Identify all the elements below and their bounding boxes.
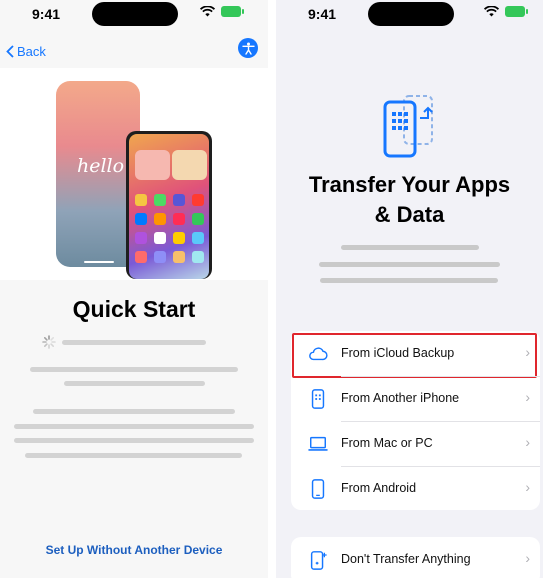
quick-start-illustration: hello	[0, 68, 268, 280]
app-tile	[135, 251, 147, 263]
page-title: Transfer Your Apps & Data	[276, 170, 543, 230]
chevron-left-icon	[6, 45, 14, 58]
redacted-text-line	[341, 245, 479, 250]
app-tile	[192, 232, 204, 244]
status-time: 9:41	[308, 6, 337, 22]
status-bar: 9:41	[276, 0, 543, 30]
accessibility-button[interactable]	[238, 38, 258, 58]
transfer-phone-icon	[383, 95, 433, 158]
widget-tile	[172, 150, 207, 180]
hello-text: hello	[77, 155, 125, 177]
dynamic-island	[92, 2, 178, 26]
chevron-right-icon: ›	[525, 550, 530, 566]
chevron-right-icon: ›	[525, 479, 530, 495]
option-label: From Mac or PC	[341, 436, 433, 450]
option-from-mac-or-pc[interactable]: From Mac or PC ›	[291, 421, 540, 466]
back-label: Back	[17, 44, 46, 59]
app-tile	[173, 213, 185, 225]
status-bar: 9:41	[0, 0, 268, 30]
chevron-right-icon: ›	[525, 434, 530, 450]
dynamic-island	[368, 2, 454, 26]
page-title: Quick Start	[72, 296, 196, 322]
app-tile	[154, 232, 166, 244]
app-tile	[173, 194, 185, 206]
redacted-text-line	[14, 424, 254, 429]
app-tile	[135, 194, 147, 206]
redacted-status-text	[62, 340, 206, 345]
transfer-options-list: From iCloud Backup › From Another iPhone…	[291, 331, 540, 510]
back-button[interactable]: Back	[6, 44, 46, 59]
title-line-2: & Data	[374, 202, 445, 227]
status-time: 9:41	[32, 6, 61, 22]
secondary-options-list: Don't Transfer Anything ›	[291, 537, 540, 578]
app-tile	[154, 251, 166, 263]
phone-sparkle-icon	[310, 551, 327, 570]
app-tile	[192, 194, 204, 206]
laptop-icon	[308, 436, 328, 451]
chevron-right-icon: ›	[525, 389, 530, 405]
widget-tile	[135, 150, 170, 180]
app-tile	[135, 232, 147, 244]
loading-spinner-icon	[42, 335, 56, 349]
battery-icon	[505, 6, 528, 17]
option-label: Don't Transfer Anything	[341, 552, 471, 566]
setup-without-device-link[interactable]: Set Up Without Another Device	[0, 543, 268, 557]
title-line-1: Transfer Your Apps	[308, 172, 511, 197]
option-dont-transfer-anything[interactable]: Don't Transfer Anything ›	[291, 537, 540, 578]
app-tile	[173, 251, 185, 263]
option-label: From Another iPhone	[341, 391, 460, 405]
battery-icon	[221, 6, 244, 17]
screen-divider	[268, 0, 276, 578]
home-screen-phone-illustration	[126, 131, 212, 279]
app-tile	[154, 213, 166, 225]
option-from-another-iphone[interactable]: From Another iPhone ›	[291, 376, 540, 421]
redacted-text-line	[64, 381, 205, 386]
app-tile	[135, 213, 147, 225]
app-tile	[154, 194, 166, 206]
app-tile	[192, 251, 204, 263]
iphone-icon	[311, 389, 325, 409]
app-tile	[192, 213, 204, 225]
redacted-text-line	[14, 438, 254, 443]
highlight-box	[292, 333, 537, 378]
android-phone-icon	[311, 479, 325, 499]
option-label: From Android	[341, 481, 417, 495]
status-icons	[484, 6, 528, 17]
option-from-android[interactable]: From Android ›	[291, 466, 540, 511]
redacted-text-line	[30, 367, 238, 372]
redacted-text-line	[320, 278, 498, 283]
redacted-text-line	[33, 409, 235, 414]
transfer-apps-screen: 9:41 Transfer Your Apps & Data From iClo…	[276, 0, 543, 578]
redacted-text-line	[25, 453, 242, 458]
wifi-icon	[484, 6, 499, 17]
app-tile	[173, 232, 185, 244]
option-from-icloud-backup[interactable]: From iCloud Backup ›	[291, 331, 540, 378]
quick-start-screen: 9:41 Back hello Quick Start Set Up Witho…	[0, 0, 268, 578]
redacted-text-line	[319, 262, 500, 267]
accessibility-icon	[241, 42, 255, 55]
status-icons	[200, 6, 244, 17]
wifi-icon	[200, 6, 215, 17]
